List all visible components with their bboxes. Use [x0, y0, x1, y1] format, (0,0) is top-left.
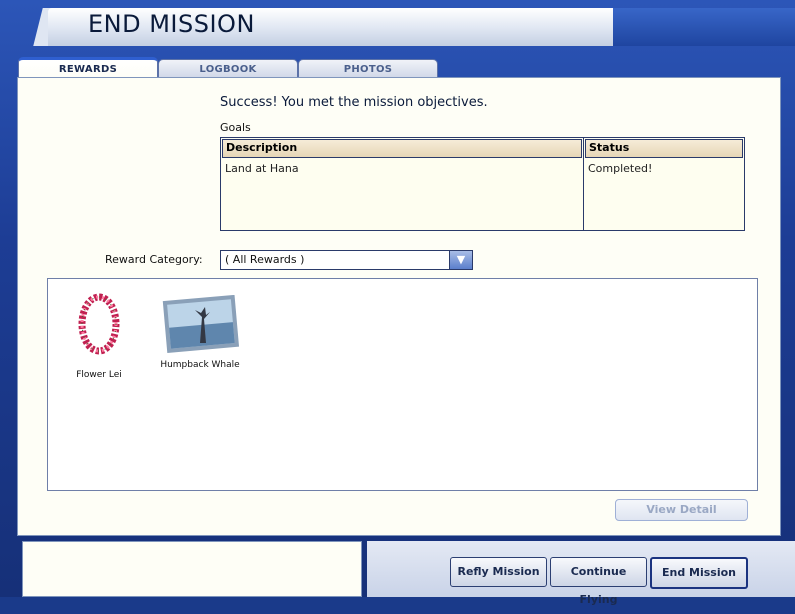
reward-item-humpback-whale[interactable]: Humpback Whale — [158, 294, 242, 370]
tab-photos[interactable]: PHOTOS — [298, 59, 438, 78]
reward-name: Humpback Whale — [160, 360, 240, 370]
goals-table: Description Land at Hana Status Complete… — [220, 137, 745, 231]
window-title: END MISSION — [88, 10, 255, 38]
title-bar-right — [613, 8, 795, 46]
chevron-down-icon[interactable]: ▼ — [449, 251, 472, 269]
refly-mission-button[interactable]: Refly Mission — [450, 557, 547, 587]
reward-item-flower-lei[interactable]: Flower Lei — [66, 291, 132, 380]
flower-lei-icon — [78, 293, 120, 355]
goal-description-cell[interactable]: Land at Hana — [221, 159, 583, 178]
reward-category-label: Reward Category: — [105, 253, 203, 266]
goal-status-cell[interactable]: Completed! — [584, 159, 744, 178]
view-detail-button[interactable]: View Detail — [615, 499, 748, 521]
description-header[interactable]: Description — [222, 139, 582, 158]
continue-flying-button[interactable]: Continue Flying — [550, 557, 647, 606]
goals-label: Goals — [220, 121, 251, 134]
description-column: Description Land at Hana — [221, 138, 584, 230]
reward-category-value: ( All Rewards ) — [225, 253, 305, 266]
reward-name: Flower Lei — [76, 370, 122, 380]
end-mission-button[interactable]: End Mission — [650, 557, 748, 589]
result-message: Success! You met the mission objectives. — [220, 95, 488, 110]
reward-category-select[interactable]: ( All Rewards ) ▼ — [220, 250, 473, 270]
tab-logbook[interactable]: LOGBOOK — [158, 59, 298, 78]
status-column: Status Completed! — [584, 138, 744, 230]
status-area — [22, 541, 362, 597]
humpback-whale-photo — [162, 294, 240, 353]
status-header[interactable]: Status — [585, 139, 743, 158]
rewards-list: Flower Lei Humpback Whale — [47, 278, 758, 491]
tab-rewards[interactable]: REWARDS — [18, 57, 158, 79]
